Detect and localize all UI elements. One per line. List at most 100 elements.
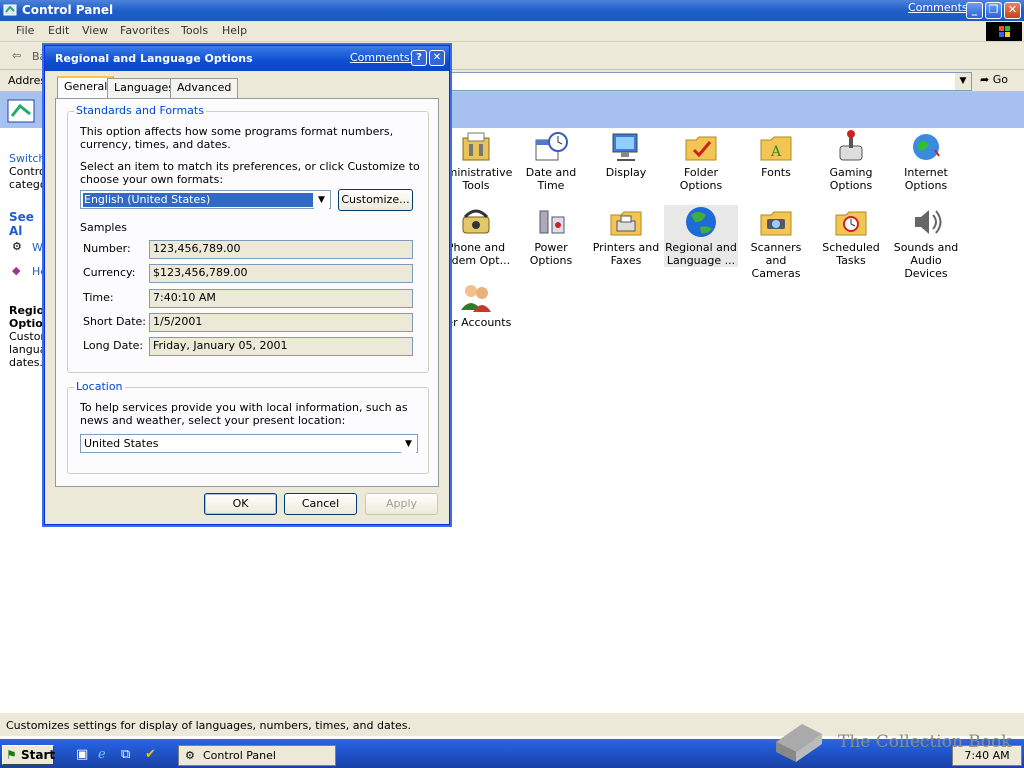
- taskbar-label: Control Panel: [203, 749, 276, 762]
- start-button[interactable]: ⚑ Start: [2, 745, 56, 765]
- control-panel-item[interactable]: Folder Options: [664, 130, 738, 192]
- menu-help[interactable]: Help: [222, 24, 247, 37]
- left-task-panel: Switch Control categor See Al ⚙ Wi ◆ He …: [0, 128, 53, 708]
- control-panel-item[interactable]: Scheduled Tasks: [814, 205, 888, 267]
- control-panel-item[interactable]: Sounds and Audio Devices: [889, 205, 963, 280]
- windows-logo-icon: [986, 22, 1022, 41]
- dialog-close-button[interactable]: ✕: [429, 50, 445, 66]
- printers-faxes-icon: [609, 205, 643, 239]
- taskbar-control-panel[interactable]: ⚙ Control Panel: [178, 745, 336, 766]
- sample-label: Long Date:: [83, 339, 144, 353]
- control-panel-item-label: Display: [605, 166, 647, 179]
- customize-button[interactable]: Customize...: [338, 189, 413, 211]
- control-panel-item-label: Phone and lodem Opt...: [441, 241, 511, 267]
- control-panel-item[interactable]: Scanners and Cameras: [739, 205, 813, 280]
- svg-text:A: A: [770, 144, 782, 160]
- control-panel-item[interactable]: Gaming Options: [814, 130, 888, 192]
- menu-favorites[interactable]: Favorites: [120, 24, 170, 37]
- control-panel-item[interactable]: Regional and Language ...: [664, 205, 738, 267]
- scanners-cameras-icon: [759, 205, 793, 239]
- phone-modem-icon: [459, 205, 493, 239]
- window-title: Control Panel: [22, 3, 114, 17]
- folder-options-icon: [684, 130, 718, 164]
- restore-button[interactable]: ❐: [985, 2, 1002, 19]
- control-panel-item[interactable]: Printers and Faxes: [589, 205, 663, 267]
- cancel-button[interactable]: Cancel: [284, 493, 357, 515]
- dialog-comments-link[interactable]: Comments?: [350, 51, 415, 64]
- menu-edit[interactable]: Edit: [48, 24, 69, 37]
- control-panel-icon: [3, 4, 17, 16]
- control-panel-item-label: Sounds and Audio Devices: [893, 241, 959, 280]
- windows-flag-icon: ⚑: [6, 748, 17, 762]
- dialog-titlebar: Regional and Language Options Comments? …: [45, 46, 449, 71]
- scheduled-tasks-icon: [834, 205, 868, 239]
- format-select[interactable]: English (United States) ▼: [80, 190, 331, 209]
- switch-view-text: Control: [9, 165, 49, 178]
- internet-explorer-icon[interactable]: ℯ: [98, 747, 106, 762]
- control-panel-item-label: Folder Options: [679, 166, 723, 192]
- menu-file[interactable]: File: [16, 24, 34, 37]
- standards-description: This option affects how some programs fo…: [80, 125, 394, 151]
- control-panel-item-label: Date and Time: [525, 166, 577, 192]
- go-button[interactable]: ➦ Go: [980, 73, 1008, 86]
- help-button[interactable]: ?: [411, 50, 427, 66]
- standards-formats-group: Standards and Formats This option affect…: [67, 104, 429, 373]
- control-panel-item[interactable]: ser Accounts: [439, 280, 513, 329]
- location-group: Location To help services provide you wi…: [67, 380, 429, 474]
- sample-label: Short Date:: [83, 314, 147, 328]
- fonts-icon: A: [759, 130, 793, 164]
- control-panel-item[interactable]: A Fonts: [739, 130, 813, 179]
- control-panel-item[interactable]: Phone and lodem Opt...: [439, 205, 513, 267]
- network-icon[interactable]: ⧉: [121, 747, 130, 762]
- close-button[interactable]: ✕: [1004, 2, 1021, 19]
- control-panel-item-label: Scanners and Cameras: [750, 241, 802, 280]
- switch-view-link[interactable]: Switch: [9, 152, 45, 165]
- sample-value-field: 123,456,789.00: [149, 240, 413, 259]
- apply-button[interactable]: Apply: [365, 493, 438, 515]
- book-icon: [776, 724, 822, 762]
- windows-update-icon: ⚙: [12, 240, 22, 253]
- control-panel-item[interactable]: Power Options: [514, 205, 588, 267]
- back-arrow-icon: ⇦: [12, 49, 22, 62]
- control-panel-item-label: Gaming Options: [829, 166, 873, 192]
- chevron-down-icon[interactable]: ▼: [401, 436, 416, 453]
- ok-button[interactable]: OK: [204, 493, 277, 515]
- start-label: Start: [21, 748, 56, 762]
- sample-label: Currency:: [83, 266, 136, 280]
- sample-value-field: $123,456,789.00: [149, 264, 413, 284]
- sample-label: Number:: [83, 242, 131, 255]
- control-panel-item[interactable]: Date and Time: [514, 130, 588, 192]
- control-panel-item[interactable]: Internet Options: [889, 130, 963, 192]
- control-panel-item-label: ser Accounts: [440, 316, 512, 329]
- general-tab-panel: Standards and Formats This option affect…: [55, 98, 439, 487]
- select-description: Select an item to match its preferences,…: [80, 160, 420, 186]
- standards-legend: Standards and Formats: [74, 104, 206, 117]
- internet-options-icon: [909, 130, 943, 164]
- location-legend: Location: [74, 380, 125, 393]
- comments-link[interactable]: Comments?: [908, 1, 973, 14]
- menu-tools[interactable]: Tools: [181, 24, 208, 37]
- sample-value-field: 1/5/2001: [149, 312, 413, 332]
- media-icon[interactable]: ✔: [145, 747, 156, 762]
- desktop-icon[interactable]: ▣: [76, 747, 88, 762]
- user-accounts-icon: [459, 280, 493, 314]
- chevron-down-icon[interactable]: ▼: [955, 73, 971, 90]
- tab-general[interactable]: General: [57, 76, 115, 99]
- help-icon: ◆: [12, 264, 21, 277]
- location-select-value: United States: [84, 437, 159, 450]
- window-titlebar: Control Panel Comments? _ ❐ ✕: [0, 0, 1024, 21]
- minimize-button[interactable]: _: [966, 2, 983, 19]
- chevron-down-icon[interactable]: ▼: [314, 192, 329, 209]
- address-input[interactable]: ▼: [448, 72, 972, 91]
- regional-language-icon: [684, 205, 718, 239]
- control-panel-item[interactable]: Display: [589, 130, 663, 179]
- dialog-title: Regional and Language Options: [55, 52, 253, 65]
- control-panel-item-label: Printers and Faxes: [592, 241, 660, 267]
- samples-label: Samples: [80, 221, 127, 234]
- control-panel-item[interactable]: dministrative Tools: [439, 130, 513, 192]
- details-text: dates.: [9, 356, 44, 369]
- location-select[interactable]: United States ▼: [80, 434, 418, 453]
- menu-view[interactable]: View: [82, 24, 108, 37]
- tab-advanced[interactable]: Advanced: [170, 78, 239, 98]
- control-panel-item-label: Internet Options: [904, 166, 948, 192]
